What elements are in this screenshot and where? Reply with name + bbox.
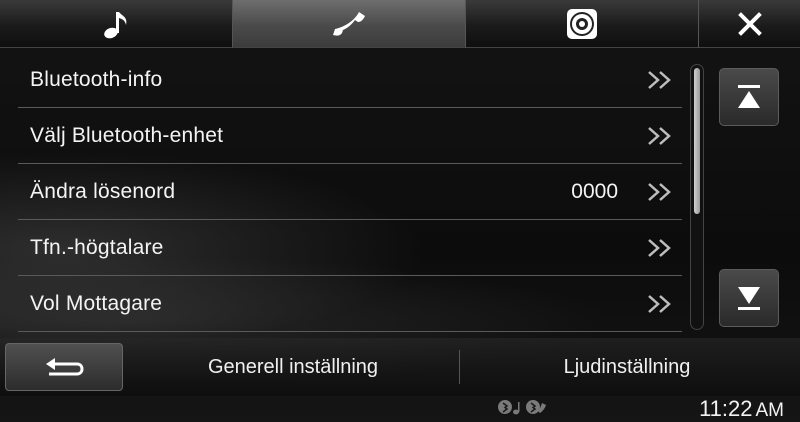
settings-list: Bluetooth-info Välj Bluetooth-enhet Ändr… — [18, 52, 682, 332]
list-item-select-bluetooth-device[interactable]: Välj Bluetooth-enhet — [18, 108, 682, 164]
bottom-divider — [459, 350, 460, 384]
clock: 11:22 AM — [699, 396, 784, 422]
back-button[interactable] — [5, 343, 123, 391]
tab-close[interactable] — [699, 0, 800, 48]
scroll-to-top-button[interactable] — [719, 68, 779, 126]
clock-time: 11:22 — [699, 396, 753, 421]
tab-audio[interactable] — [0, 0, 233, 48]
scroll-to-top-icon — [738, 85, 760, 108]
list-item-label: Vol Mottagare — [30, 291, 163, 315]
double-chevron-right-icon — [648, 71, 671, 89]
sound-settings-button[interactable]: Ljudinställning — [462, 338, 792, 396]
list-item-label: Tfn.-högtalare — [30, 235, 164, 259]
passcode-value: 0000 — [571, 179, 618, 203]
close-icon — [737, 11, 762, 36]
double-chevron-right-icon — [648, 127, 671, 145]
disc-icon — [567, 8, 597, 39]
general-settings-button[interactable]: Generell inställning — [128, 338, 458, 396]
scrollbar[interactable] — [690, 64, 704, 330]
tab-disc[interactable] — [466, 0, 699, 48]
list-item-change-passcode[interactable]: Ändra lösenord 0000 — [18, 164, 682, 220]
status-icons — [498, 398, 550, 416]
bluetooth-phone-icon — [526, 400, 546, 414]
list-item-receiver-volume[interactable]: Vol Mottagare — [18, 276, 682, 332]
bluetooth-settings-screen: Bluetooth-info Välj Bluetooth-enhet Ändr… — [0, 0, 800, 422]
list-item-label: Bluetooth-info — [30, 67, 163, 91]
bluetooth-audio-icon — [498, 400, 520, 415]
music-note-icon — [104, 11, 127, 38]
back-arrow-icon — [46, 358, 84, 376]
list-item-label: Välj Bluetooth-enhet — [30, 123, 224, 147]
bottom-bar: Generell inställning Ljudinställning — [0, 338, 800, 396]
scroll-to-bottom-button[interactable] — [719, 269, 779, 327]
phone-icon — [333, 11, 365, 36]
double-chevron-right-icon — [648, 295, 671, 313]
list-item-label: Ändra lösenord — [30, 179, 176, 203]
double-chevron-right-icon — [648, 183, 671, 201]
double-chevron-right-icon — [648, 239, 671, 257]
scrollbar-thumb[interactable] — [694, 68, 700, 214]
scroll-to-bottom-icon — [738, 287, 760, 310]
list-item-phone-speaker[interactable]: Tfn.-högtalare — [18, 220, 682, 276]
top-tab-bar — [0, 0, 800, 48]
list-item-bluetooth-info[interactable]: Bluetooth-info — [18, 52, 682, 108]
clock-ampm: AM — [755, 400, 785, 421]
tab-phone[interactable] — [233, 0, 466, 48]
